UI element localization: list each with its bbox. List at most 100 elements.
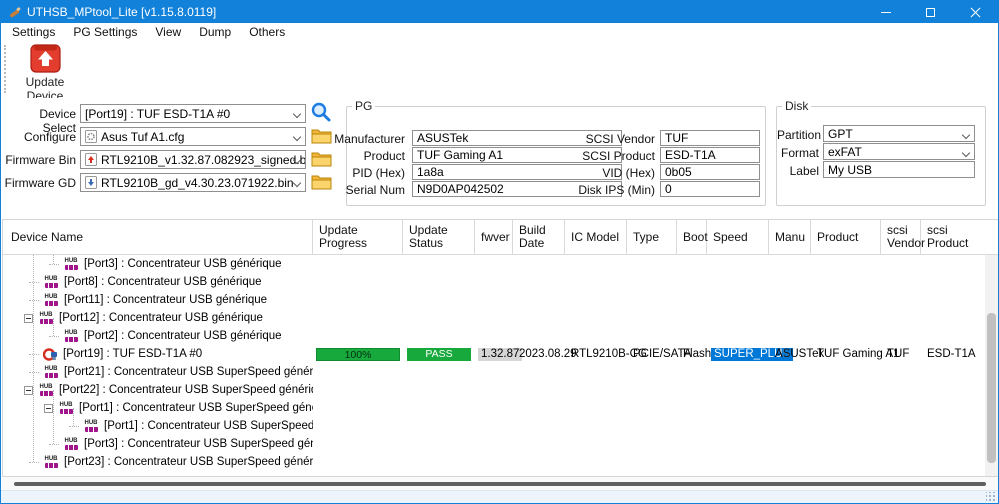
table-row[interactable]: [Port22] : Concentrateur USB SuperSpeed …	[3, 381, 998, 399]
table-row[interactable]: [Port3] : Concentrateur USB générique	[3, 255, 998, 273]
scsi-vendor-field[interactable]	[660, 130, 760, 146]
col-fwver[interactable]: fwver	[475, 220, 513, 254]
chevron-down-icon	[293, 179, 301, 187]
tree-collapse-toggle[interactable]	[24, 386, 33, 395]
tree-collapse-toggle[interactable]	[24, 314, 33, 323]
table-header: Device Name Update Progress Update Statu…	[3, 220, 998, 255]
close-button[interactable]	[953, 1, 998, 23]
maximize-icon	[926, 8, 935, 17]
table-row[interactable]: [Port11] : Concentrateur USB générique	[3, 291, 998, 309]
col-update-status[interactable]: Update Status	[403, 220, 475, 254]
label-label: Label	[777, 164, 819, 178]
maximize-button[interactable]	[908, 1, 953, 23]
firmware-bin-value: RTL9210B_v1.32.87.082923_signed.bin	[101, 153, 306, 167]
title-bar: UTHSB_MPtool_Lite [v1.15.8.0119]	[1, 1, 998, 23]
product-value: TUF Gaming A1	[811, 348, 881, 360]
disk-group-title: Disk	[782, 99, 811, 113]
table-row[interactable]: [Port23] : Concentrateur USB SuperSpeed …	[3, 453, 998, 471]
config-panel: Device Select [Port19] : TUF ESD-T1A #0 …	[1, 98, 998, 219]
usb-hub-icon	[43, 276, 59, 289]
col-build-date[interactable]: Build Date	[513, 220, 565, 254]
status-bar	[1, 490, 998, 504]
close-icon	[970, 7, 981, 18]
usb-hub-icon	[43, 456, 59, 469]
update-status-badge: PASS	[407, 348, 471, 361]
app-window: UTHSB_MPtool_Lite [v1.15.8.0119] Setting…	[0, 0, 999, 504]
label-field[interactable]	[823, 161, 975, 178]
col-scsi-vendor[interactable]: scsi Vendor	[881, 220, 921, 254]
table-row[interactable]: [Port8] : Concentrateur USB générique	[3, 273, 998, 291]
firmware-bin-file-icon	[85, 153, 97, 166]
table-row[interactable]: [Port12] : Concentrateur USB générique	[3, 309, 998, 327]
menu-pg-settings[interactable]: PG Settings	[64, 24, 146, 40]
format-label: Format	[777, 146, 819, 160]
pg-group: PG Manufacturer Product PID (Hex) Serial…	[346, 99, 766, 206]
menu-others[interactable]: Others	[240, 24, 294, 40]
vertical-scrollbar-thumb[interactable]	[987, 313, 996, 463]
col-type[interactable]: Type	[627, 220, 677, 254]
tree-connector	[29, 282, 39, 283]
table-row[interactable]: [Port1] : Concentrateur USB SuperSpeed g…	[3, 417, 998, 435]
partition-value: GPT	[828, 127, 853, 141]
vid-field[interactable]	[660, 164, 760, 180]
scsi-vendor-value: TUF	[881, 348, 921, 360]
format-value: exFAT	[828, 145, 862, 159]
table-row[interactable]: [Port3] : Concentrateur USB SuperSpeed g…	[3, 435, 998, 453]
configure-combo[interactable]: Asus Tuf A1.cfg	[80, 127, 306, 146]
col-boot[interactable]: Boot	[677, 220, 707, 254]
table-row[interactable]: [Port21] : Concentrateur USB SuperSpeed …	[3, 363, 998, 381]
tree-connector	[29, 300, 39, 301]
update-progress-bar: 100%	[316, 348, 400, 361]
firmware-bin-combo[interactable]: RTL9210B_v1.32.87.082923_signed.bin	[80, 150, 306, 169]
menu-dump[interactable]: Dump	[190, 24, 240, 40]
build-date-value: 2023.08.29	[513, 348, 565, 360]
scsi-vendor-label: SCSI Vendor	[570, 132, 655, 146]
update-device-button[interactable]: Update Device	[9, 44, 81, 96]
col-product[interactable]: Product	[811, 220, 881, 254]
col-device-name[interactable]: Device Name	[3, 220, 313, 254]
menu-view[interactable]: View	[146, 24, 190, 40]
menu-bar: Settings PG Settings View Dump Others	[1, 23, 998, 41]
scsi-product-value: ESD-T1A	[921, 348, 971, 360]
device-search-button[interactable]	[309, 102, 333, 122]
pid-label: PID (Hex)	[325, 166, 405, 180]
device-select-combo[interactable]: [Port19] : TUF ESD-T1A #0	[80, 104, 306, 123]
scsi-product-field[interactable]	[660, 147, 760, 163]
usb-hub-icon	[63, 258, 79, 271]
table-row[interactable]: [Port1] : Concentrateur USB SuperSpeed g…	[3, 399, 998, 417]
col-speed[interactable]: Speed	[707, 220, 769, 254]
tree-connector	[69, 426, 79, 427]
table-row-device[interactable]: [Port19] : TUF ESD-T1A #0 100% PASS 1.32…	[3, 345, 998, 363]
col-scsi-product[interactable]: scsi Product	[921, 220, 971, 254]
partition-select[interactable]: GPT	[823, 125, 975, 142]
chevron-down-icon	[293, 110, 301, 118]
minimize-icon	[881, 12, 891, 13]
firmware-gd-combo[interactable]: RTL9210B_gd_v4.30.23.071922.bin	[80, 173, 306, 192]
minimize-button[interactable]	[863, 1, 908, 23]
toolbar-grip[interactable]	[4, 45, 6, 93]
firmware-bin-label: Firmware Bin	[4, 153, 76, 167]
horizontal-scrollbar[interactable]	[2, 477, 999, 490]
horizontal-scrollbar-thumb[interactable]	[14, 482, 986, 486]
tree-connector	[49, 264, 59, 265]
usb-hub-icon	[38, 312, 54, 325]
usb-hub-icon	[83, 420, 99, 433]
manufacturer-label: Manufacturer	[325, 132, 405, 146]
partition-label: Partition	[777, 128, 819, 142]
col-update-progress[interactable]: Update Progress	[313, 220, 403, 254]
device-tree: [Port3] : Concentrateur USB générique [P…	[3, 255, 998, 474]
vertical-scrollbar[interactable]	[985, 255, 998, 476]
configure-value: Asus Tuf A1.cfg	[101, 130, 184, 144]
menu-settings[interactable]: Settings	[3, 24, 64, 40]
table-row[interactable]: [Port2] : Concentrateur USB générique	[3, 327, 998, 345]
serial-num-label: Serial Num	[325, 183, 405, 197]
tree-collapse-toggle[interactable]	[44, 404, 53, 413]
resize-grip[interactable]	[986, 492, 996, 502]
col-manu[interactable]: Manu	[769, 220, 811, 254]
tree-connector	[29, 354, 39, 355]
disk-ips-field[interactable]	[660, 181, 760, 197]
scsi-product-label: SCSI Product	[570, 149, 655, 163]
format-select[interactable]: exFAT	[823, 143, 975, 160]
usb-hub-icon	[43, 294, 59, 307]
col-ic-model[interactable]: IC Model	[565, 220, 627, 254]
